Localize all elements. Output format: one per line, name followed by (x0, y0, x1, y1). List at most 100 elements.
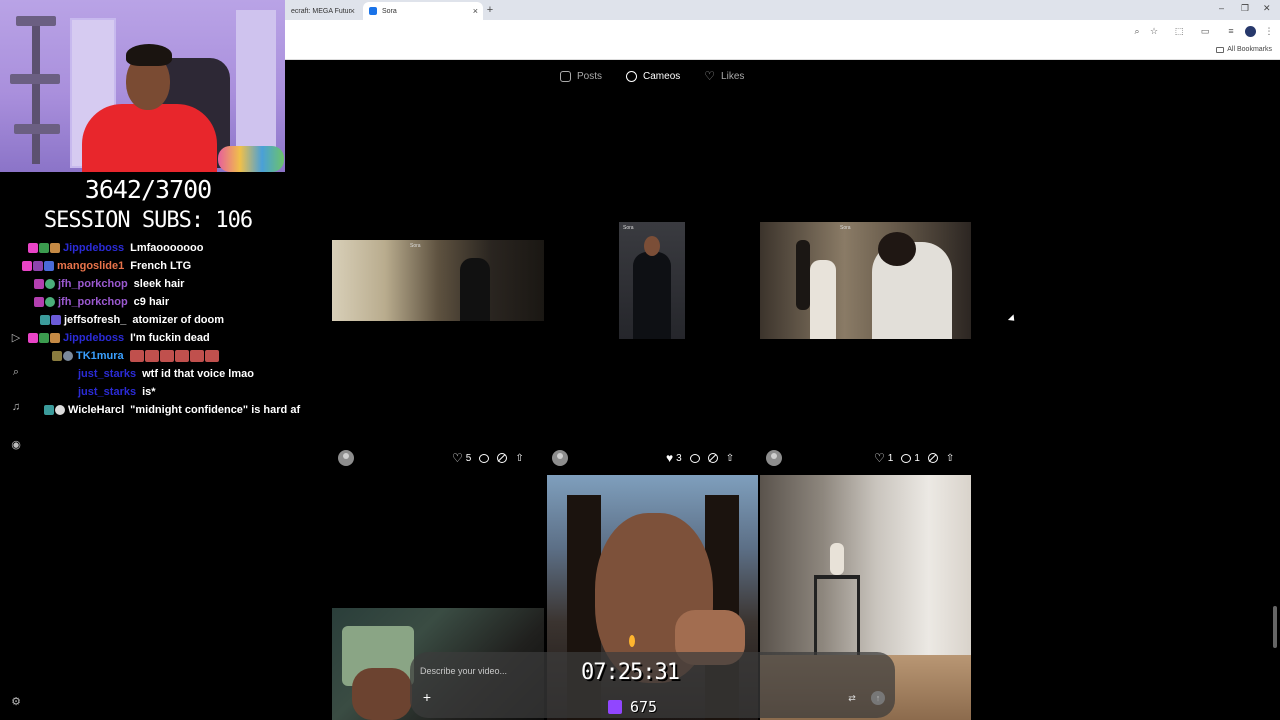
close-icon[interactable]: × (350, 6, 355, 16)
tab-likes[interactable]: ♡ Likes (704, 66, 744, 86)
extensions-icon[interactable]: ⬚ (1173, 25, 1185, 37)
chat-message: mangoslide1 French LTG (22, 257, 191, 275)
plus-icon[interactable]: + (420, 690, 434, 704)
tab-label: Sora (382, 7, 397, 15)
search-icon[interactable]: ⌕ (9, 365, 23, 379)
chat-username[interactable]: just_starks (78, 368, 136, 380)
chat-text: sleek hair (133, 278, 185, 290)
comment-count: 1 (914, 452, 920, 464)
video-thumbnail[interactable]: Sora (332, 240, 544, 321)
tab-cameos[interactable]: Cameos (626, 66, 680, 86)
chat-message: Jippdeboss I'm fuckin dead (28, 329, 210, 347)
page-scrollbar[interactable] (1272, 62, 1278, 718)
comment-icon[interactable] (479, 453, 490, 463)
chat-text: "midnight confidence" is hard af (130, 404, 301, 416)
chat-username[interactable]: Jippdeboss (63, 332, 124, 344)
chat-badges (22, 261, 54, 271)
zoom-icon[interactable]: ⌕ (1131, 25, 1143, 37)
video-thumbnail[interactable]: Sora (619, 222, 685, 339)
all-bookmarks-button[interactable]: All Bookmarks (1216, 46, 1272, 53)
author-avatar[interactable] (552, 450, 568, 466)
sub-badge-icon (34, 279, 44, 289)
chat-message: just_starks is* (78, 383, 156, 401)
remix-icon[interactable] (707, 453, 718, 463)
maximize-icon[interactable]: ❐ (1241, 3, 1249, 14)
tab-posts[interactable]: Posts (560, 66, 602, 86)
chat-username[interactable]: Jippdeboss (63, 242, 124, 254)
thumb-figure (460, 258, 490, 321)
sora-watermark: Sora (840, 225, 851, 231)
settings-icon[interactable]: ⚙ (9, 695, 23, 709)
heart-badge-icon (22, 261, 32, 271)
bits-badge-icon (44, 261, 54, 271)
share-icon[interactable]: ⇧ (946, 453, 954, 464)
remix-icon[interactable] (497, 453, 508, 463)
chat-message: jeffsofresh_ atomizer of doom (40, 311, 224, 329)
thumb-hand (352, 668, 412, 720)
sub-goal-counter: 3642/3700 (84, 175, 212, 204)
chat-text: c9 hair (133, 296, 170, 308)
chat-text: atomizer of doom (132, 314, 225, 326)
like-button[interactable]: ♥ 3 (666, 452, 682, 464)
browser-chrome: ecraft: MEGA Futur × Sora × + – ❐ ✕ ⌕ ☆ … (285, 0, 1280, 60)
tab-sora[interactable]: Sora × (363, 2, 483, 20)
send-arrow-icon[interactable]: ↑ (871, 691, 885, 705)
chat-message: TK1mura (52, 347, 222, 365)
star-icon[interactable]: ☆ (1148, 25, 1160, 37)
remix-icon[interactable] (927, 453, 938, 463)
viewer-count-value: 675 (630, 698, 658, 716)
sub-badge-icon (34, 297, 44, 307)
chat-message: WicleHarcl "midnight confidence" is hard… (44, 401, 300, 419)
new-tab-button[interactable]: + (483, 2, 497, 18)
chat-username[interactable]: mangoslide1 (57, 260, 124, 272)
sidebar-icon[interactable]: ▭ (1199, 25, 1211, 37)
chat-username[interactable]: TK1mura (76, 350, 124, 362)
author-avatar[interactable] (766, 450, 782, 466)
close-icon[interactable]: × (473, 6, 478, 16)
folder-icon (1216, 46, 1225, 53)
tab-minecraft[interactable]: ecraft: MEGA Futur × (285, 2, 360, 20)
bell-icon[interactable]: ♫ (9, 400, 23, 414)
chat-username[interactable]: jfh_porkchop (58, 296, 128, 308)
sora-favicon-icon (369, 7, 377, 15)
scrollbar-thumb[interactable] (1273, 606, 1277, 648)
more-icon[interactable]: ⋮ (1263, 25, 1275, 37)
chat-text: Lmfaooooooo (130, 242, 204, 254)
share-icon[interactable]: ⇧ (515, 453, 523, 464)
share-icon[interactable]: ⇧ (726, 453, 734, 464)
play-icon[interactable]: ▷ (9, 331, 23, 345)
close-window-icon[interactable]: ✕ (1263, 3, 1271, 14)
minimize-icon[interactable]: – (1219, 3, 1224, 13)
tab-cameos-label: Cameos (643, 70, 681, 82)
webcam-pillow (218, 146, 284, 172)
heart-filled-icon: ♥ (666, 451, 674, 465)
settings-sliders-icon[interactable]: ⇄ (846, 692, 858, 704)
webcam-person-shirt (82, 104, 217, 172)
menu-extra-icon[interactable]: ≡ (1225, 25, 1237, 37)
chat-message: jfh_porkchop c9 hair (34, 293, 169, 311)
author-avatar[interactable] (338, 450, 354, 466)
comment-button[interactable]: 1 (901, 453, 920, 464)
sub-badge-icon (39, 333, 49, 343)
chat-username[interactable]: jeffsofresh_ (64, 314, 126, 326)
comment-icon[interactable] (689, 453, 700, 463)
chat-text: is* (142, 386, 156, 398)
profile-avatar[interactable] (1245, 26, 1256, 37)
video-thumbnail[interactable]: Sora (760, 222, 971, 339)
like-button[interactable]: ♡ 5 (452, 452, 471, 464)
emote-icon (144, 350, 159, 362)
like-button[interactable]: ♡ 1 (874, 452, 893, 464)
webcam-cat-tree (10, 4, 65, 169)
sub-badge-icon (52, 351, 62, 361)
describe-video-input[interactable] (420, 664, 580, 678)
chat-text: I'm fuckin dead (130, 332, 210, 344)
chat-username[interactable]: just_starks (78, 386, 136, 398)
avatar-icon[interactable]: ◉ (9, 438, 23, 452)
like-count: 3 (676, 452, 682, 464)
chat-username[interactable]: jfh_porkchop (58, 278, 128, 290)
chat-username[interactable]: WicleHarcl (68, 404, 124, 416)
webcam-person-hair (126, 44, 172, 66)
browser-toolbar: ⌕ ☆ ⬚ ▭ ≡ ⋮ (285, 20, 1280, 42)
thumb-figure (810, 260, 836, 339)
heart-icon: ♡ (874, 451, 885, 465)
